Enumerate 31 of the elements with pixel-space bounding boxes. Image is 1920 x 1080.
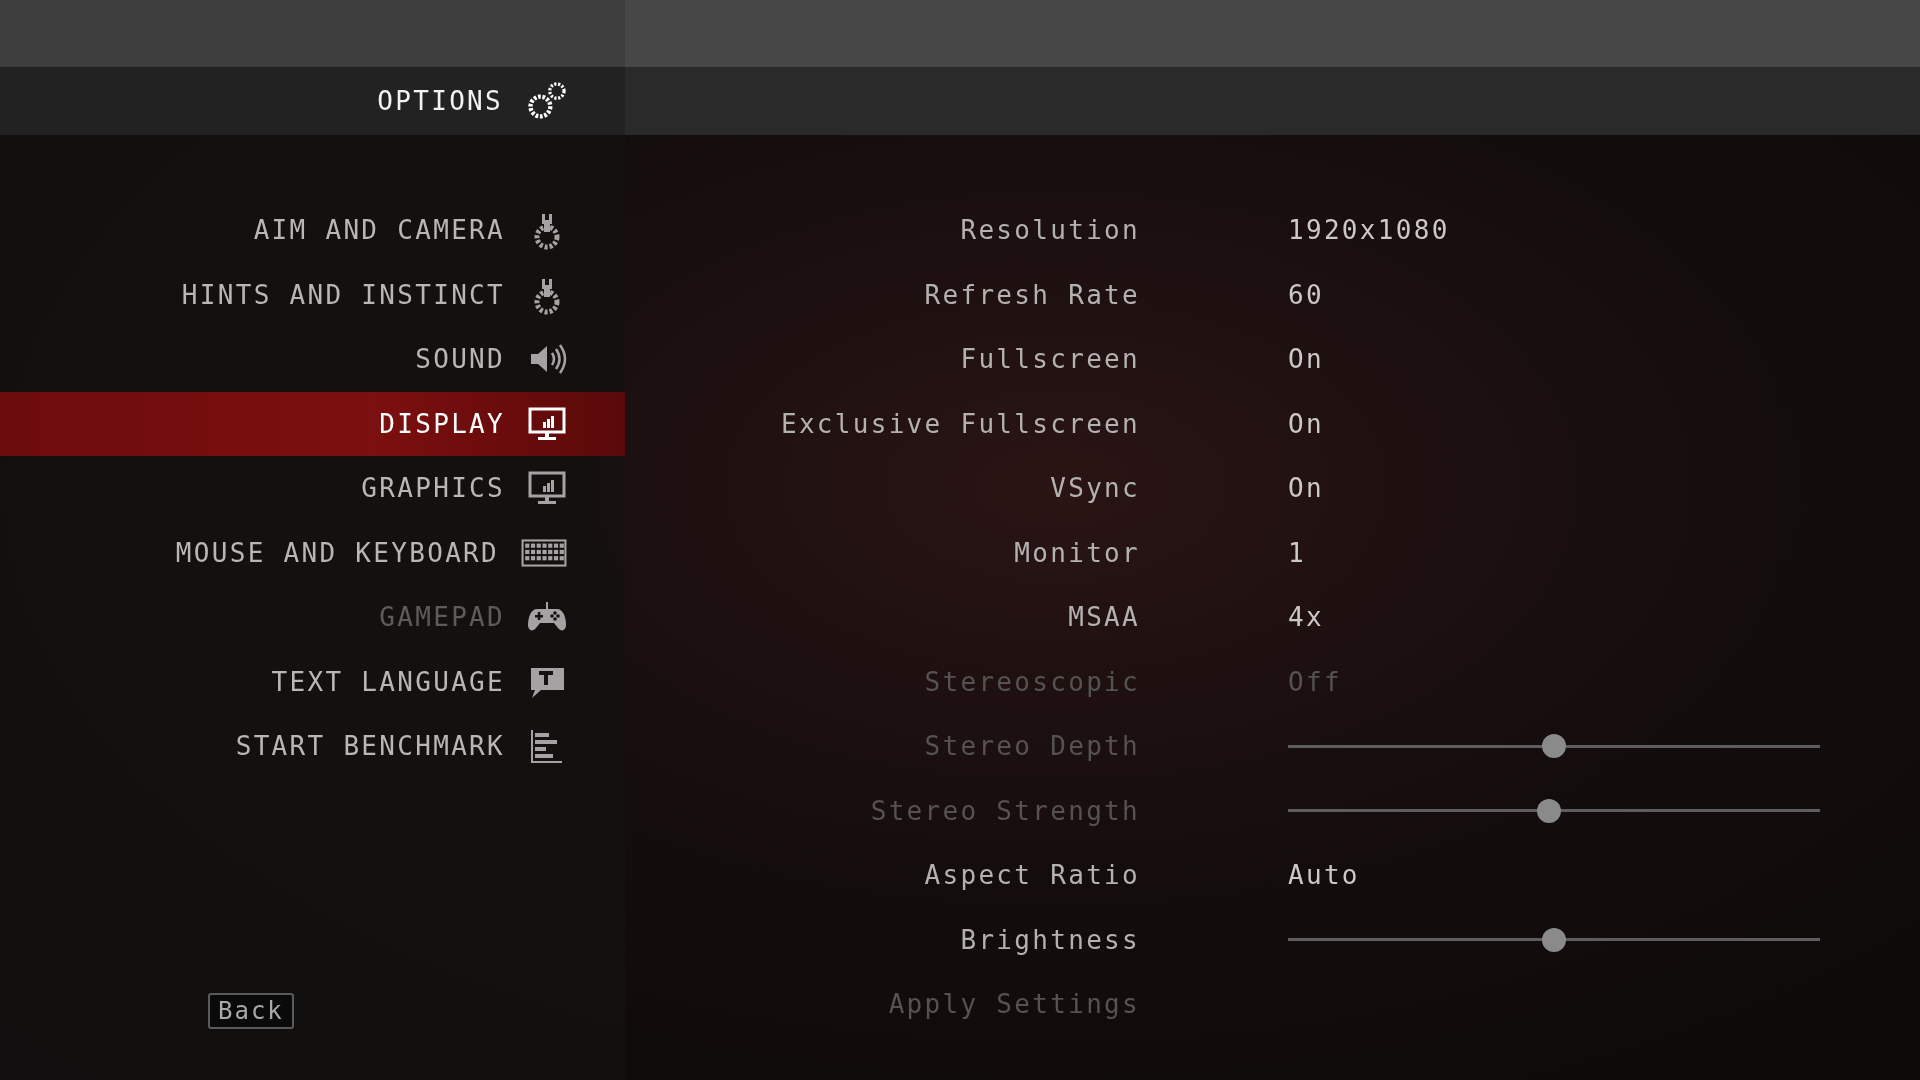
setting-label: Stereoscopic [924,666,1140,697]
setting-value[interactable]: On [1288,408,1324,439]
menu-item[interactable]: TEXT LANGUAGE [0,649,625,714]
setting-value[interactable]: On [1288,473,1324,504]
menu-item[interactable]: HINTS AND INSTINCT [0,262,625,327]
setting-label: Stereo Depth [924,731,1140,762]
setting-value[interactable]: Auto [1288,860,1360,891]
slider-thumb[interactable] [1542,927,1566,952]
setting-label: Brightness [960,924,1140,955]
setting-label: Monitor [1014,537,1140,568]
setting-value[interactable]: 1920x1080 [1288,215,1450,246]
menu-item[interactable]: DISPLAY [0,391,625,456]
options-title: OPTIONS [377,86,503,116]
menu-item[interactable]: START BENCHMARK [0,714,625,779]
back-button[interactable]: Back [208,993,294,1029]
menu-item[interactable]: SOUND [0,327,625,392]
setting-label: Stereo Strength [870,795,1140,826]
setting-label: Refresh Rate [924,279,1140,310]
setting-label: Fullscreen [960,344,1140,375]
setting-label: Exclusive Fullscreen [780,408,1140,439]
setting-label: VSync [1050,473,1140,504]
setting-value[interactable]: 60 [1288,279,1324,310]
menu-item[interactable]: MOUSE AND KEYBOARD [0,520,625,585]
menu-item[interactable]: GRAPHICS [0,456,625,521]
setting-label: Resolution [960,215,1140,246]
setting-value[interactable]: On [1288,344,1324,375]
setting-label: Aspect Ratio [924,860,1140,891]
menu-item[interactable]: AIM AND CAMERA [0,198,625,263]
setting-value[interactable]: 1 [1288,537,1306,568]
setting-value[interactable]: 4x [1288,602,1324,633]
setting-label: MSAA [1068,602,1140,633]
